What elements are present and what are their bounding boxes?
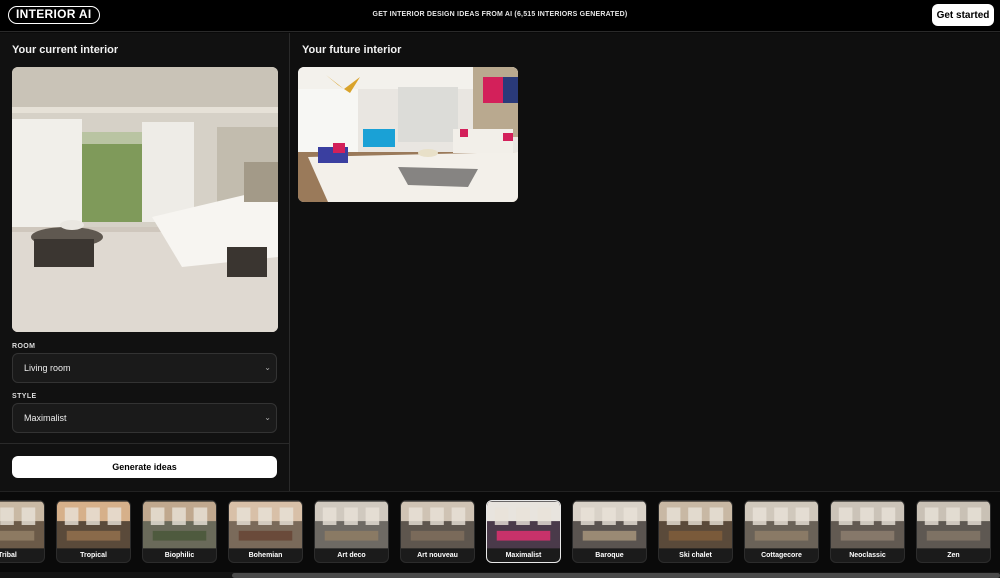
style-thumbnail-image bbox=[487, 501, 560, 549]
top-bar: INTERIOR AI GET INTERIOR DESIGN IDEAS FR… bbox=[0, 0, 1000, 32]
style-select[interactable]: Maximalist ⌄ bbox=[12, 403, 277, 433]
scrollbar-thumb[interactable] bbox=[232, 573, 1000, 578]
style-thumbnail-image bbox=[315, 501, 388, 549]
style-option-label: Ski chalet bbox=[679, 552, 712, 559]
room-select-value: Living room bbox=[24, 363, 71, 373]
style-option-tropical[interactable]: Tropical bbox=[56, 500, 131, 563]
style-option-label: Zen bbox=[947, 552, 960, 559]
style-option-ski-chalet[interactable]: Ski chalet bbox=[658, 500, 733, 563]
style-option-art-nouveau[interactable]: Art nouveau bbox=[400, 500, 475, 563]
style-thumbnail-image bbox=[573, 501, 646, 549]
style-option-art-deco[interactable]: Art deco bbox=[314, 500, 389, 563]
future-interior-title: Your future interior bbox=[302, 44, 402, 56]
current-interior-title: Your current interior bbox=[12, 44, 119, 56]
style-option-tribal[interactable]: Tribal bbox=[0, 500, 45, 563]
style-option-label: Baroque bbox=[595, 552, 624, 559]
style-option-label: Art deco bbox=[337, 552, 366, 559]
style-option-label: Art nouveau bbox=[417, 552, 458, 559]
current-interior-photo[interactable] bbox=[12, 67, 278, 332]
room-label: ROOM bbox=[12, 343, 36, 350]
tagline: GET INTERIOR DESIGN IDEAS FROM AI (6,515… bbox=[372, 11, 628, 18]
style-option-biophilic[interactable]: Biophilic bbox=[142, 500, 217, 563]
chevron-down-icon: ⌄ bbox=[264, 413, 271, 422]
divider bbox=[0, 443, 290, 444]
style-thumbnail-image bbox=[143, 501, 216, 549]
style-option-zen[interactable]: Zen bbox=[916, 500, 991, 563]
style-label: STYLE bbox=[12, 393, 37, 400]
style-option-bohemian[interactable]: Bohemian bbox=[228, 500, 303, 563]
horizontal-scrollbar[interactable] bbox=[0, 572, 1000, 578]
style-select-value: Maximalist bbox=[24, 413, 67, 423]
get-started-button[interactable]: Get started bbox=[932, 4, 994, 26]
current-interior-panel: Your current interior ROOM Living room ⌄… bbox=[0, 33, 290, 491]
style-thumbnail-image bbox=[57, 501, 130, 549]
style-carousel[interactable]: Tribal Tropical Biophilic Bohemian Art deco A… bbox=[0, 491, 1000, 578]
style-thumbnail-image bbox=[229, 501, 302, 549]
style-option-label: Maximalist bbox=[505, 552, 542, 559]
future-interior-photo[interactable] bbox=[298, 67, 518, 202]
style-option-neoclassic[interactable]: Neoclassic bbox=[830, 500, 905, 563]
style-thumbnail-image bbox=[831, 501, 904, 549]
style-option-cottagecore[interactable]: Cottagecore bbox=[744, 500, 819, 563]
style-option-label: Bohemian bbox=[248, 552, 283, 559]
room-select[interactable]: Living room ⌄ bbox=[12, 353, 277, 383]
style-option-baroque[interactable]: Baroque bbox=[572, 500, 647, 563]
future-interior-panel: Your future interior bbox=[290, 33, 1000, 491]
style-thumbnail-image bbox=[401, 501, 474, 549]
style-option-label: Neoclassic bbox=[849, 552, 886, 559]
style-option-label: Tropical bbox=[80, 552, 107, 559]
style-thumbnail-image bbox=[659, 501, 732, 549]
style-option-label: Biophilic bbox=[164, 552, 195, 559]
style-thumbnail-image bbox=[917, 501, 990, 549]
style-thumbnail-image bbox=[745, 501, 818, 549]
style-option-label: Tribal bbox=[0, 552, 17, 559]
style-thumbnail-image bbox=[0, 501, 44, 549]
chevron-down-icon: ⌄ bbox=[264, 363, 271, 372]
style-option-label: Cottagecore bbox=[761, 552, 802, 559]
style-option-maximalist[interactable]: Maximalist bbox=[486, 500, 561, 563]
generate-ideas-button[interactable]: Generate ideas bbox=[12, 456, 277, 478]
